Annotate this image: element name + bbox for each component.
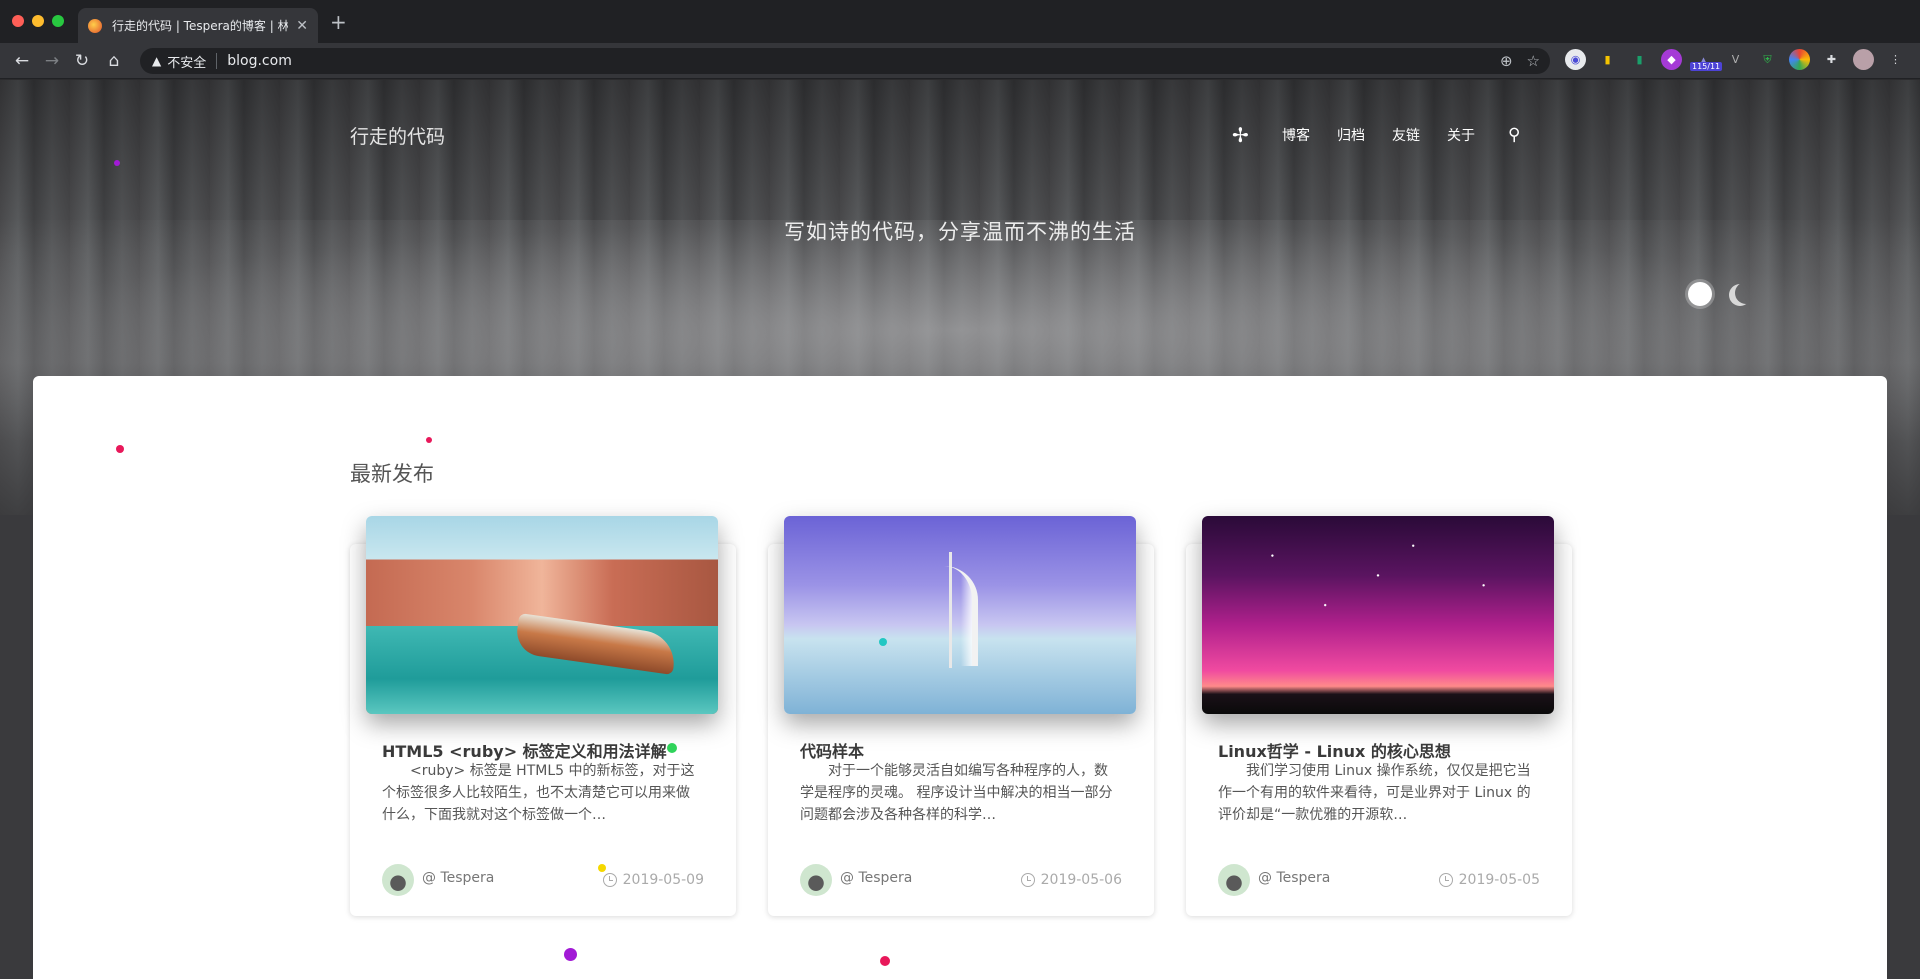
post-date: 2019-05-05 bbox=[1438, 872, 1540, 888]
post-title[interactable]: Linux哲学 - Linux 的核心思想 bbox=[1218, 738, 1451, 762]
section-title: 最新发布 bbox=[350, 462, 434, 486]
browser-toolbar: ← → ↻ ⌂ ▲ 不安全 blog.com ⊕ ☆ ◉ ▮ ▮ ◆ ▴ V ⛨… bbox=[0, 43, 1920, 79]
post-excerpt: 我们学习使用 Linux 操作系统，仅仅是把它当作一个有用的软件来看待，可是业界… bbox=[1218, 763, 1531, 823]
post-cover-image[interactable] bbox=[366, 516, 718, 714]
warning-icon: ▲ bbox=[152, 54, 162, 68]
tab-close-icon[interactable]: ✕ bbox=[296, 18, 308, 34]
particle-dot bbox=[116, 445, 124, 453]
particle-dot bbox=[879, 638, 887, 646]
particle-dot bbox=[114, 160, 120, 166]
moon-icon[interactable] bbox=[1735, 282, 1757, 304]
clock-icon bbox=[1438, 873, 1453, 887]
browser-menu-icon[interactable]: ⋮ bbox=[1885, 49, 1906, 70]
post-title[interactable]: 代码样本 bbox=[800, 738, 864, 762]
post-date: 2019-05-09 bbox=[602, 872, 704, 888]
post-date-text: 2019-05-05 bbox=[1458, 872, 1540, 888]
post-card[interactable]: HTML5 <ruby> 标签定义和用法详解 <ruby> 标签是 HTML5 … bbox=[350, 516, 736, 916]
address-bar[interactable]: ▲ 不安全 blog.com ⊕ ☆ bbox=[140, 48, 1550, 74]
stars bbox=[1202, 516, 1554, 714]
security-label: 不安全 bbox=[167, 55, 207, 71]
minimize-window-button[interactable] bbox=[32, 15, 44, 27]
post-date: 2019-05-06 bbox=[1020, 872, 1122, 888]
home-icon[interactable]: ⌂ bbox=[104, 51, 124, 71]
post-author[interactable]: @ Tespera bbox=[422, 870, 494, 886]
clock-icon bbox=[1020, 873, 1035, 887]
post-excerpt: 对于一个能够灵活自如编写各种程序的人，数学是程序的灵魂。 程序设计当中解决的相当… bbox=[800, 763, 1113, 823]
bookmark-star-icon[interactable]: ☆ bbox=[1527, 52, 1540, 70]
post-cover-image[interactable] bbox=[1202, 516, 1554, 714]
pinwheel-icon[interactable]: ✢ bbox=[1232, 124, 1254, 146]
main-nav: ✢ 博客 归档 友链 关于 ⚲ bbox=[1232, 124, 1520, 146]
author-avatar bbox=[382, 864, 414, 896]
nav-item-blog[interactable]: 博客 bbox=[1282, 125, 1310, 145]
post-cover-image[interactable] bbox=[784, 516, 1136, 714]
nav-item-archive[interactable]: 归档 bbox=[1337, 125, 1365, 145]
page-viewport: 行走的代码 ✢ 博客 归档 友链 关于 ⚲ 写如诗的代码，分享温而不沸的生活 最… bbox=[0, 80, 1920, 979]
tower-sail bbox=[944, 566, 978, 666]
back-arrow-icon[interactable]: ← bbox=[12, 51, 32, 71]
maximize-window-button[interactable] bbox=[52, 15, 64, 27]
extension-vue-icon[interactable]: V bbox=[1725, 49, 1746, 70]
nav-item-links[interactable]: 友链 bbox=[1392, 125, 1420, 145]
close-window-button[interactable] bbox=[12, 15, 24, 27]
extension-flag-icon[interactable]: ▮ bbox=[1597, 49, 1618, 70]
particle-dot bbox=[880, 956, 890, 966]
post-title[interactable]: HTML5 <ruby> 标签定义和用法详解 bbox=[382, 738, 667, 762]
extension-badge: 115/11 bbox=[1690, 62, 1723, 71]
site-title[interactable]: 行走的代码 bbox=[350, 122, 445, 149]
particle-dot bbox=[667, 743, 677, 753]
post-card[interactable]: Linux哲学 - Linux 的核心思想 我们学习使用 Linux 操作系统，… bbox=[1186, 516, 1572, 916]
nav-item-about[interactable]: 关于 bbox=[1447, 125, 1475, 145]
extension-vpn-icon[interactable]: ◉ bbox=[1565, 49, 1586, 70]
browser-tab[interactable]: 行走的代码 | Tespera的博客 | 林 ✕ bbox=[78, 8, 318, 43]
browser-tabstrip: 行走的代码 | Tespera的博客 | 林 ✕ + bbox=[0, 0, 1920, 43]
author-avatar bbox=[800, 864, 832, 896]
main-content: 最新发布 HTML5 <ruby> 标签定义和用法详解 <ruby> 标签是 H… bbox=[33, 376, 1887, 979]
extensions-puzzle-icon[interactable]: ✚ bbox=[1821, 49, 1842, 70]
extension-shield-icon[interactable]: ⛨ bbox=[1757, 49, 1778, 70]
post-author[interactable]: @ Tespera bbox=[1258, 870, 1330, 886]
url-text: blog.com bbox=[227, 53, 292, 69]
tab-title: 行走的代码 | Tespera的博客 | 林 bbox=[112, 19, 289, 33]
post-author[interactable]: @ Tespera bbox=[840, 870, 912, 886]
particle-dot bbox=[564, 948, 577, 961]
site-slogan: 写如诗的代码，分享温而不沸的生活 bbox=[784, 220, 1136, 244]
zoom-icon[interactable]: ⊕ bbox=[1500, 52, 1513, 70]
extensions-area: ◉ ▮ ▮ ◆ ▴ V ⛨ ✚ ⋮ bbox=[1565, 49, 1906, 70]
reload-icon[interactable]: ↻ bbox=[72, 51, 92, 71]
omnibox-divider bbox=[216, 53, 218, 69]
particle-dot bbox=[598, 864, 606, 872]
search-icon[interactable]: ⚲ bbox=[1508, 125, 1520, 145]
particle-dot bbox=[426, 437, 432, 443]
extension-doc-icon[interactable]: ▮ bbox=[1629, 49, 1650, 70]
post-date-text: 2019-05-06 bbox=[1040, 872, 1122, 888]
post-card[interactable]: 代码样本 对于一个能够灵活自如编写各种程序的人，数学是程序的灵魂。 程序设计当中… bbox=[768, 516, 1154, 916]
post-excerpt: <ruby> 标签是 HTML5 中的新标签，对于这个标签很多人比较陌生，也不太… bbox=[382, 763, 695, 823]
profile-avatar[interactable] bbox=[1853, 49, 1874, 70]
author-avatar bbox=[1218, 864, 1250, 896]
extension-gradient-icon[interactable]: ◆ bbox=[1661, 49, 1682, 70]
clock-icon bbox=[602, 873, 617, 887]
forward-arrow-icon[interactable]: → bbox=[42, 51, 62, 71]
post-date-text: 2019-05-09 bbox=[622, 872, 704, 888]
new-tab-button[interactable]: + bbox=[330, 12, 347, 32]
sun-icon[interactable] bbox=[1688, 282, 1712, 306]
favicon-icon bbox=[88, 18, 102, 33]
extension-color-icon[interactable] bbox=[1789, 49, 1810, 70]
